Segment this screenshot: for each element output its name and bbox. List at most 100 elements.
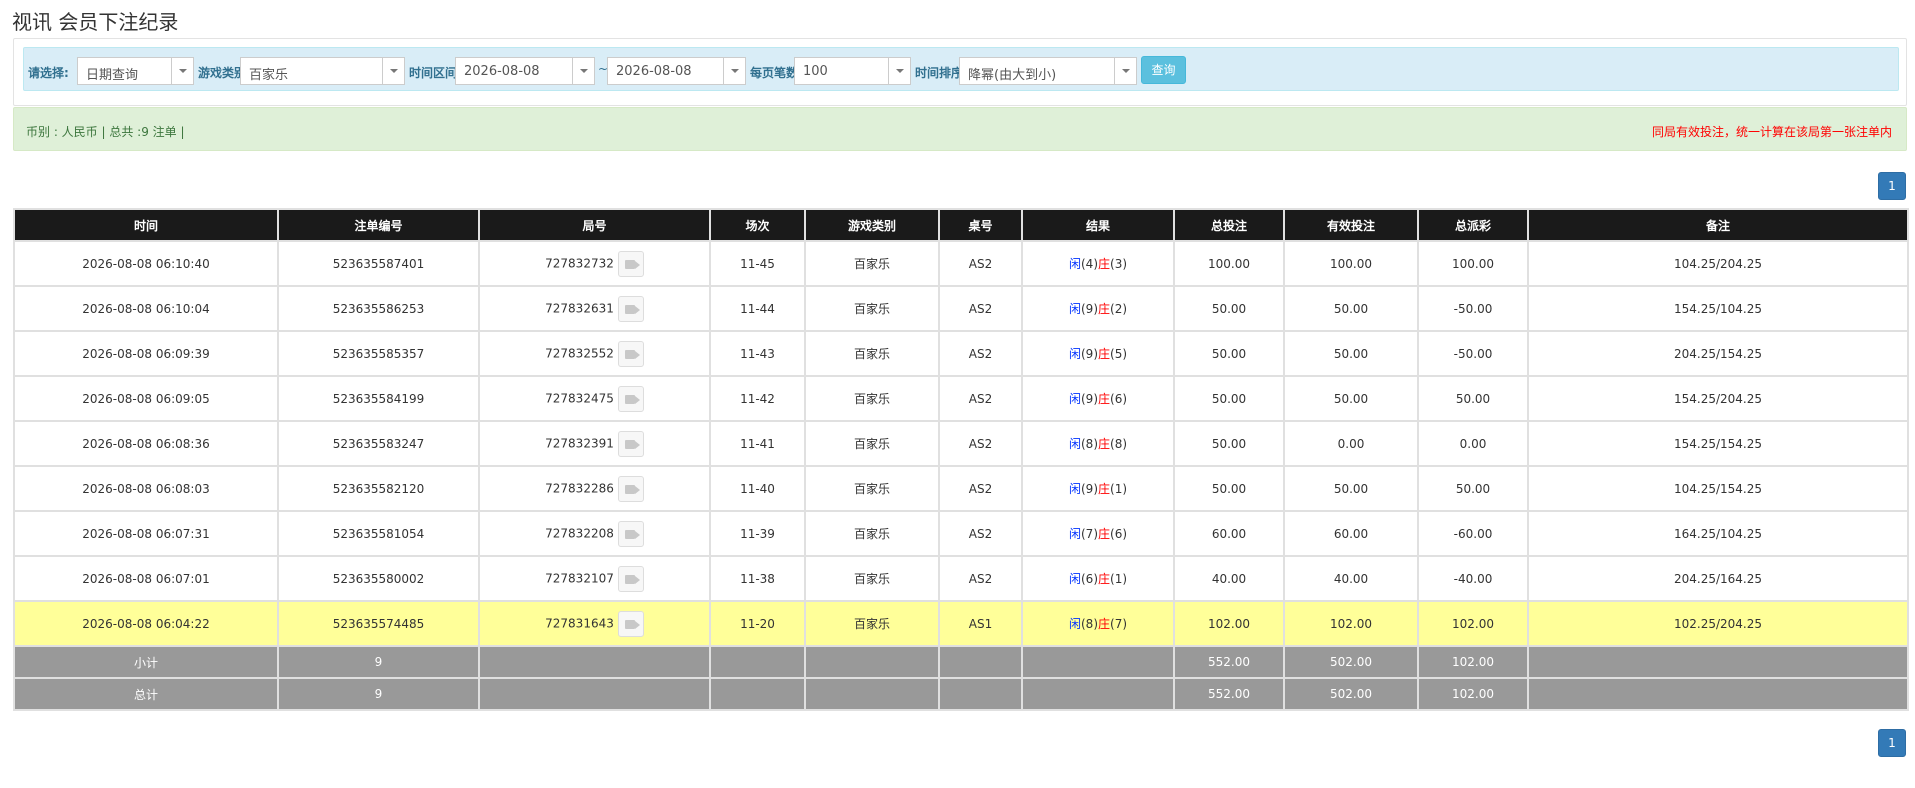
table-row: 2026-08-08 06:04:22 523635574485 727831643… <box>13 600 1909 647</box>
player-label: 闲 <box>1068 392 1081 406</box>
bet-id: 523635574485 <box>277 600 480 647</box>
payout: 102.00 <box>1417 600 1529 647</box>
bet-time: 2026-08-08 06:08:03 <box>13 465 279 512</box>
banker-score: (2) <box>1110 302 1128 316</box>
sort-select[interactable]: 降幂(由大到小) <box>959 57 1137 85</box>
player-score: (9) <box>1081 347 1098 361</box>
video-replay-icon[interactable] <box>617 475 644 502</box>
query-button[interactable]: 查询 <box>1141 56 1186 84</box>
query-type-select[interactable]: 日期查询 <box>77 57 194 85</box>
total-bet: 50.00 <box>1173 285 1285 332</box>
round-number: 727832552 <box>545 346 614 360</box>
video-replay-icon[interactable] <box>617 565 644 592</box>
bet-id: 523635585357 <box>277 330 480 377</box>
bet-time: 2026-08-08 06:10:04 <box>13 285 279 332</box>
valid-bet: 50.00 <box>1283 330 1419 377</box>
payout: -60.00 <box>1417 510 1529 557</box>
table-number: AS1 <box>938 600 1023 647</box>
banker-score: (6) <box>1110 527 1128 541</box>
player-score: (9) <box>1081 392 1098 406</box>
table-number: AS2 <box>938 330 1023 377</box>
video-replay-icon[interactable] <box>617 385 644 412</box>
banker-label: 庄 <box>1098 392 1111 406</box>
result: 闲(9)庄(5) <box>1021 330 1175 377</box>
subtotal-valid-bet: 502.00 <box>1283 645 1419 679</box>
table-row: 2026-08-08 06:10:40 523635587401 727832732… <box>13 240 1909 287</box>
result: 闲(9)庄(2) <box>1021 285 1175 332</box>
table-number: AS2 <box>938 420 1023 467</box>
result: 闲(7)庄(6) <box>1021 510 1175 557</box>
player-label: 闲 <box>1068 527 1081 541</box>
table-row: 2026-08-08 06:07:31 523635581054 727832208… <box>13 510 1909 557</box>
total-bet: 50.00 <box>1173 375 1285 422</box>
bet-id: 523635586253 <box>277 285 480 332</box>
video-replay-icon[interactable] <box>617 295 644 322</box>
player-label: 闲 <box>1068 482 1081 496</box>
banker-score: (6) <box>1110 392 1128 406</box>
round-number: 727832391 <box>545 436 614 450</box>
video-replay-icon[interactable] <box>617 520 644 547</box>
table-number: AS2 <box>938 375 1023 422</box>
round-cell: 727831643 <box>478 600 711 647</box>
banker-label: 庄 <box>1098 347 1111 361</box>
banker-label: 庄 <box>1098 302 1111 316</box>
video-replay-icon[interactable] <box>617 340 644 367</box>
valid-bet: 0.00 <box>1283 420 1419 467</box>
player-score: (9) <box>1081 302 1098 316</box>
game-type: 百家乐 <box>804 285 940 332</box>
subtotal-payout: 102.00 <box>1417 645 1529 679</box>
result: 闲(6)庄(1) <box>1021 555 1175 602</box>
round-number: 727832208 <box>545 526 614 540</box>
game-type: 百家乐 <box>804 420 940 467</box>
end-date-input[interactable]: 2026-08-08 <box>607 57 746 85</box>
pagination-page-button[interactable]: 1 <box>1878 172 1906 200</box>
total-bet: 50.00 <box>1173 420 1285 467</box>
video-replay-icon[interactable] <box>617 430 644 457</box>
round-cell: 727832631 <box>478 285 711 332</box>
payout: -50.00 <box>1417 285 1529 332</box>
session: 11-43 <box>709 330 806 377</box>
table-row: 2026-08-08 06:09:39 523635585357 727832552… <box>13 330 1909 377</box>
session: 11-40 <box>709 465 806 512</box>
round-number: 727832631 <box>545 301 614 315</box>
table-header-row: 时间 注单编号 局号 场次 游戏类别 桌号 结果 总投注 有效投注 总派彩 备注 <box>13 208 1909 242</box>
table-number: AS2 <box>938 240 1023 287</box>
total-row: 总计 9 552.00 502.00 102.00 <box>13 677 1909 711</box>
session: 11-45 <box>709 240 806 287</box>
per-page-select[interactable]: 100 <box>794 57 911 85</box>
table-row: 2026-08-08 06:07:01 523635580002 727832107… <box>13 555 1909 602</box>
bet-id: 523635583247 <box>277 420 480 467</box>
player-label: 闲 <box>1068 572 1081 586</box>
total-bet: 60.00 <box>1173 510 1285 557</box>
round-cell: 727832552 <box>478 330 711 377</box>
total-valid-bet: 502.00 <box>1283 677 1419 711</box>
bet-id: 523635584199 <box>277 375 480 422</box>
bet-time: 2026-08-08 06:09:05 <box>13 375 279 422</box>
filter-form: 请选择: 日期查询 游戏类别 百家乐 时间区间: 2026-08-08 ~ 20… <box>23 47 1899 91</box>
player-score: (6) <box>1081 572 1098 586</box>
total-bet: 50.00 <box>1173 330 1285 377</box>
round-cell: 727832732 <box>478 240 711 287</box>
game-type-select[interactable]: 百家乐 <box>240 57 405 85</box>
video-replay-icon[interactable] <box>617 610 644 637</box>
column-header: 局号 <box>478 208 711 242</box>
per-page-value: 100 <box>803 64 828 79</box>
total-bet: 102.00 <box>1173 600 1285 647</box>
round-cell: 727832475 <box>478 375 711 422</box>
chevron-down-icon <box>1114 58 1136 84</box>
column-header: 注单编号 <box>277 208 480 242</box>
bet-id: 523635582120 <box>277 465 480 512</box>
table-row: 2026-08-08 06:09:05 523635584199 727832475… <box>13 375 1909 422</box>
banker-score: (1) <box>1110 482 1128 496</box>
pagination-page-button-bottom[interactable]: 1 <box>1878 729 1906 757</box>
game-type: 百家乐 <box>804 375 940 422</box>
bet-time: 2026-08-08 06:07:01 <box>13 555 279 602</box>
banker-label: 庄 <box>1098 617 1111 631</box>
valid-bet: 50.00 <box>1283 285 1419 332</box>
start-date-input[interactable]: 2026-08-08 <box>455 57 595 85</box>
payout: 50.00 <box>1417 375 1529 422</box>
chevron-down-icon <box>888 58 910 84</box>
chevron-down-icon <box>382 58 404 84</box>
round-cell: 727832391 <box>478 420 711 467</box>
video-replay-icon[interactable] <box>617 250 644 277</box>
